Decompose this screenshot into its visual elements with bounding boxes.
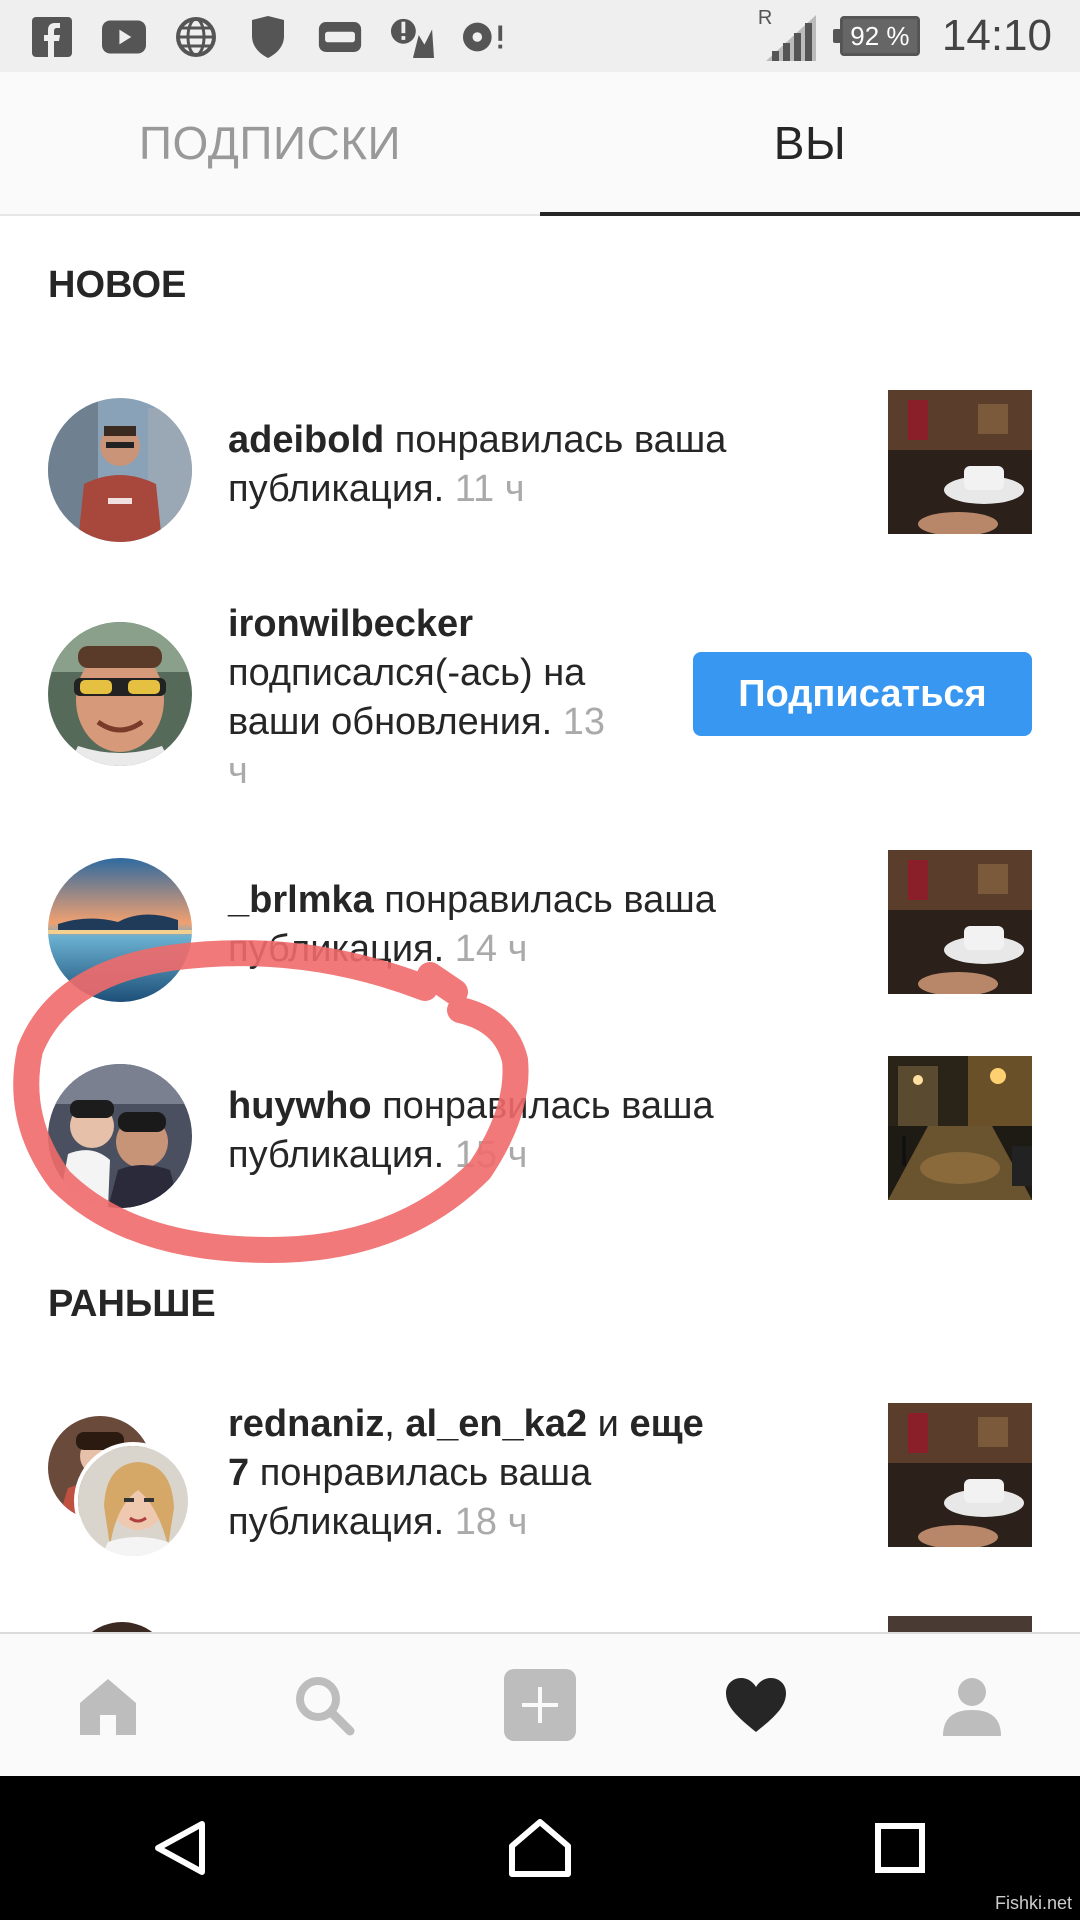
gamepad-icon xyxy=(318,15,362,59)
notification-text: rednaniz, al_en_ka2 и еще 7 понравилась … xyxy=(228,1400,704,1547)
more-users-link[interactable]: еще xyxy=(629,1403,703,1445)
profile-icon[interactable] xyxy=(912,1645,1032,1765)
separator: , xyxy=(384,1403,406,1445)
list-item[interactable]: ironwilbecker подписался(-ась) на ваши о… xyxy=(0,600,1080,800)
follow-button[interactable]: Подписаться xyxy=(693,652,1032,736)
section-title-new: НОВОЕ xyxy=(48,264,187,306)
list-item[interactable]: adeibold понравилась ваша публикация. 11… xyxy=(0,390,1080,542)
weather-alert-icon xyxy=(390,15,434,59)
add-post-icon[interactable] xyxy=(480,1645,600,1765)
notification-action: подписался(-ась) на xyxy=(228,652,586,694)
activity-tabs: ПОДПИСКИ ВЫ xyxy=(0,72,1080,216)
notification-object: публикация. xyxy=(228,928,445,970)
list-item[interactable] xyxy=(0,1616,1080,1632)
activity-heart-icon[interactable] xyxy=(696,1645,816,1765)
notification-action: понравилась ваша xyxy=(371,1085,714,1127)
username[interactable]: ironwilbecker xyxy=(228,603,473,645)
recent-apps-icon[interactable] xyxy=(840,1788,960,1908)
back-icon[interactable] xyxy=(120,1788,240,1908)
username[interactable]: adeibold xyxy=(228,419,384,461)
timestamp: 14 ч xyxy=(444,928,528,970)
status-right: R 92 % 14:10 xyxy=(758,7,1052,62)
tab-you[interactable]: ВЫ xyxy=(540,72,1080,216)
system-nav-bar: Fishki.net xyxy=(0,1776,1080,1920)
list-item[interactable]: huywho понравилась ваша публикация. 15 ч xyxy=(0,1056,1080,1208)
post-thumbnail[interactable] xyxy=(888,1403,1032,1547)
post-thumbnail[interactable] xyxy=(888,390,1032,534)
avatar[interactable] xyxy=(48,858,192,1002)
notification-text: huywho понравилась ваша публикация. 15 ч xyxy=(228,1082,714,1180)
notification-action: понравилась ваша xyxy=(249,1452,592,1494)
notification-action: понравилась ваша xyxy=(384,419,727,461)
shield-icon xyxy=(246,15,290,59)
timestamp: 11 ч xyxy=(444,468,525,510)
avatar[interactable] xyxy=(48,1064,192,1208)
battery-level: 92 % xyxy=(850,20,910,51)
notification-text: adeibold понравилась ваша публикация. 11… xyxy=(228,416,726,514)
timestamp-unit: ч xyxy=(228,750,248,792)
notification-object: публикация. xyxy=(228,468,445,510)
notification-object: ваши обновления. xyxy=(228,701,553,743)
clock: 14:10 xyxy=(941,11,1052,60)
battery-indicator: 92 % xyxy=(832,16,920,56)
status-icons xyxy=(30,14,506,60)
timestamp: 15 ч xyxy=(444,1134,528,1176)
timestamp: 18 ч xyxy=(444,1501,528,1543)
post-thumbnail[interactable] xyxy=(888,1056,1032,1200)
home-nav-icon[interactable] xyxy=(480,1788,600,1908)
list-item[interactable]: rednaniz, al_en_ka2 и еще 7 понравилась … xyxy=(0,1400,1080,1570)
post-thumbnail xyxy=(888,1616,1032,1632)
username[interactable]: al_en_ka2 xyxy=(405,1403,587,1445)
username[interactable]: _brlmka xyxy=(228,879,374,921)
list-item[interactable]: _brlmka понравилась ваша публикация. 14 … xyxy=(0,850,1080,1002)
watermark: Fishki.net xyxy=(994,1893,1072,1913)
music-alert-icon xyxy=(462,15,506,59)
facebook-icon xyxy=(30,15,74,59)
notification-object: публикация. xyxy=(228,1134,445,1176)
search-icon[interactable] xyxy=(264,1645,384,1765)
signal-icon: R xyxy=(758,7,818,61)
section-title-earlier: РАНЬШЕ xyxy=(48,1283,216,1325)
globe-icon xyxy=(174,15,218,59)
tab-following[interactable]: ПОДПИСКИ xyxy=(0,72,540,214)
conjunction: и xyxy=(587,1403,630,1445)
username[interactable]: huywho xyxy=(228,1085,372,1127)
avatar xyxy=(72,1622,172,1632)
post-thumbnail[interactable] xyxy=(888,850,1032,994)
notification-action: понравилась ваша xyxy=(373,879,716,921)
avatar[interactable] xyxy=(48,398,192,542)
more-users-count[interactable]: 7 xyxy=(228,1452,249,1494)
notification-object: публикация. xyxy=(228,1501,445,1543)
youtube-icon xyxy=(102,15,146,59)
notification-text: _brlmka понравилась ваша публикация. 14 … xyxy=(228,876,716,974)
notification-text: ironwilbecker подписался(-ась) на ваши о… xyxy=(228,600,605,796)
status-bar: R 92 % 14:10 xyxy=(0,0,1080,72)
bottom-nav xyxy=(0,1632,1080,1776)
home-icon[interactable] xyxy=(48,1645,168,1765)
avatar xyxy=(74,1442,192,1560)
timestamp: 13 xyxy=(552,701,605,743)
username[interactable]: rednaniz xyxy=(228,1403,384,1445)
avatar-stack[interactable] xyxy=(48,1416,192,1560)
avatar[interactable] xyxy=(48,622,192,766)
